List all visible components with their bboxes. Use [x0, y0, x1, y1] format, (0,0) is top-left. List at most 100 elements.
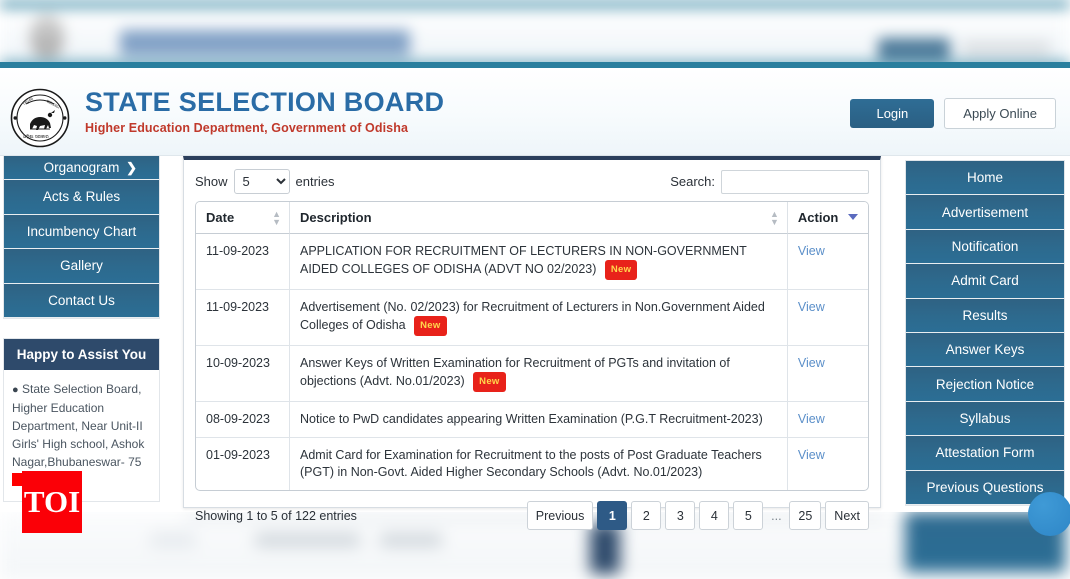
datatable-toolbar: Show 5 10 25 50 100 entries Search: — [184, 160, 880, 201]
sidebar-item-gallery[interactable]: Gallery — [4, 249, 159, 284]
sidebar-item-admit-card[interactable]: Admit Card — [906, 264, 1064, 299]
sidebar-item-label: Rejection Notice — [935, 376, 1035, 392]
view-link[interactable]: View — [798, 356, 825, 370]
pagination: Previous 1 2 3 4 5 ... 25 Next — [526, 501, 869, 530]
sidebar-item-advertisement[interactable]: Advertisement — [906, 195, 1064, 230]
search-control: Search: — [670, 169, 869, 194]
login-button[interactable]: Login — [850, 99, 935, 128]
blurred-header-ghost — [0, 0, 1070, 70]
apply-online-button[interactable]: Apply Online — [944, 98, 1056, 129]
column-header-date[interactable]: Date ▲ ▼ — [196, 202, 290, 234]
brand-subtitle: Higher Education Department, Government … — [85, 121, 408, 135]
sidebar-item-contact-us[interactable]: Contact Us — [4, 283, 159, 318]
new-badge: New — [473, 372, 506, 392]
sidebar-item-label: Syllabus — [959, 410, 1011, 426]
table-header-row: Date ▲ ▼ Description ▲ ▼ Action — [196, 202, 868, 234]
sidebar-item-label: Attestation Form — [935, 445, 1035, 461]
pagination-page-1[interactable]: 1 — [597, 501, 628, 530]
column-header-description[interactable]: Description ▲ ▼ — [290, 202, 788, 234]
sidebar-item-label: Contact Us — [48, 292, 115, 308]
page-title: STATE SELECTION BOARD — [85, 87, 445, 117]
sidebar-item-rejection-notice[interactable]: Rejection Notice — [906, 367, 1064, 402]
sidebar-item-label: Home — [966, 170, 1003, 186]
sidebar-item-syllabus[interactable]: Syllabus — [906, 401, 1064, 437]
assist-heading: Happy to Assist You — [4, 339, 159, 370]
cell-description: Notice to PwD candidates appearing Writt… — [290, 402, 788, 438]
cell-description: Admit Card for Examination for Recruitme… — [290, 438, 788, 490]
table-row: 08-09-2023 Notice to PwD candidates appe… — [196, 402, 868, 438]
right-sidebar-nav: Home Advertisement Notification Admit Ca… — [905, 160, 1065, 506]
location-pin-icon: ● — [12, 384, 19, 396]
table-row: 01-09-2023 Admit Card for Examination fo… — [196, 438, 868, 490]
sort-icon: ▲ ▼ — [272, 208, 281, 227]
search-input[interactable] — [721, 169, 869, 194]
column-header-action[interactable]: Action — [787, 202, 868, 234]
pagination-page-2[interactable]: 2 — [631, 501, 662, 530]
scroll-to-top-icon[interactable] — [1028, 492, 1070, 536]
cell-date: 11-09-2023 — [196, 290, 290, 346]
cell-description: Answer Keys of Written Examination for R… — [290, 346, 788, 402]
pagination-page-5[interactable]: 5 — [733, 501, 764, 530]
page-length-select[interactable]: 5 10 25 50 100 — [233, 169, 290, 194]
sidebar-item-label: Admit Card — [951, 273, 1019, 289]
description-text: Answer Keys of Written Examination for R… — [300, 356, 730, 388]
view-link[interactable]: View — [798, 412, 825, 426]
sidebar-item-home[interactable]: Home — [906, 161, 1064, 196]
sidebar-item-results[interactable]: Results — [906, 298, 1064, 333]
sidebar-item-label: Acts & Rules — [42, 189, 121, 205]
page-length-control: Show 5 10 25 50 100 entries — [195, 169, 335, 194]
table-row: 11-09-2023 APPLICATION FOR RECRUITMENT O… — [196, 234, 868, 290]
cell-action: View — [788, 438, 868, 490]
column-label: Date — [206, 210, 235, 225]
view-link[interactable]: View — [798, 244, 825, 258]
notices-table: Date ▲ ▼ Description ▲ ▼ Action 11-09-20… — [195, 201, 869, 491]
pagination-page-last[interactable]: 25 — [789, 501, 822, 530]
sidebar-item-answer-keys[interactable]: Answer Keys — [906, 332, 1064, 368]
brand-block: STATE SELECTION BOARD Higher Education D… — [85, 86, 444, 135]
entries-label: entries — [295, 174, 335, 189]
pagination-page-3[interactable]: 3 — [665, 501, 696, 530]
toi-watermark: TOI — [22, 471, 82, 533]
pagination-previous[interactable]: Previous — [526, 501, 594, 530]
sidebar-item-label: Previous Questions — [926, 479, 1044, 495]
entries-info: Showing 1 to 5 of 122 entries — [195, 508, 357, 523]
site-header: ଓଡ଼ିଶା ସରକାର ଓଡ଼ିଶା ସରକାର STATE SELECTIO… — [0, 68, 1070, 156]
description-text: APPLICATION FOR RECRUITMENT OF LECTURERS… — [300, 244, 747, 276]
sidebar-item-label: Answer Keys — [945, 342, 1025, 358]
cell-date: 11-09-2023 — [196, 234, 290, 290]
sidebar-item-label: Notification — [951, 238, 1019, 254]
search-label: Search: — [670, 174, 715, 189]
table-row: 11-09-2023 Advertisement (No. 02/2023) f… — [196, 290, 868, 346]
notices-panel: Show 5 10 25 50 100 entries Search: — [183, 156, 881, 530]
cell-action: View — [787, 346, 868, 402]
cell-action: View — [787, 234, 868, 290]
cell-action: View — [787, 402, 868, 438]
sidebar-item-label: Results — [962, 307, 1008, 323]
sidebar-item-label: Gallery — [60, 258, 103, 274]
sidebar-item-attestation-form[interactable]: Attestation Form — [906, 436, 1064, 471]
description-text: Notice to PwD candidates appearing Writt… — [300, 412, 763, 426]
cell-description: Advertisement (No. 02/2023) for Recruitm… — [290, 290, 788, 346]
pagination-next[interactable]: Next — [825, 501, 869, 530]
toi-watermark-label: TOI — [23, 484, 81, 519]
assist-address: State Selection Board, Higher Education … — [12, 382, 145, 469]
view-link[interactable]: View — [798, 448, 825, 462]
cell-date: 10-09-2023 — [196, 346, 290, 402]
view-link[interactable]: View — [798, 300, 825, 314]
sort-desc-icon — [848, 214, 858, 220]
svg-text:ଓଡ଼ିଶା ସରକାର: ଓଡ଼ିଶା ସରକାର — [23, 134, 49, 139]
column-label: Action — [797, 210, 839, 225]
description-text: Advertisement (No. 02/2023) for Recruitm… — [300, 300, 765, 332]
pagination-page-4[interactable]: 4 — [699, 501, 730, 530]
description-text: Admit Card for Examination for Recruitme… — [300, 448, 762, 479]
sidebar-item-acts-rules[interactable]: Acts & Rules — [4, 180, 159, 215]
sidebar-item-incumbency-chart[interactable]: Incumbency Chart — [4, 214, 159, 249]
show-label: Show — [195, 174, 228, 189]
left-sidebar-nav: Organogram ❯ Acts & Rules Incumbency Cha… — [3, 156, 160, 319]
sidebar-item-notification[interactable]: Notification — [906, 229, 1064, 265]
assist-address-tail: 75 — [128, 455, 142, 469]
sidebar-item-organogram[interactable]: Organogram ❯ — [4, 156, 159, 180]
chevron-right-icon: ❯ — [126, 159, 137, 175]
header-actions: Login Apply Online — [850, 98, 1056, 129]
table-body: 11-09-2023 APPLICATION FOR RECRUITMENT O… — [196, 234, 868, 490]
